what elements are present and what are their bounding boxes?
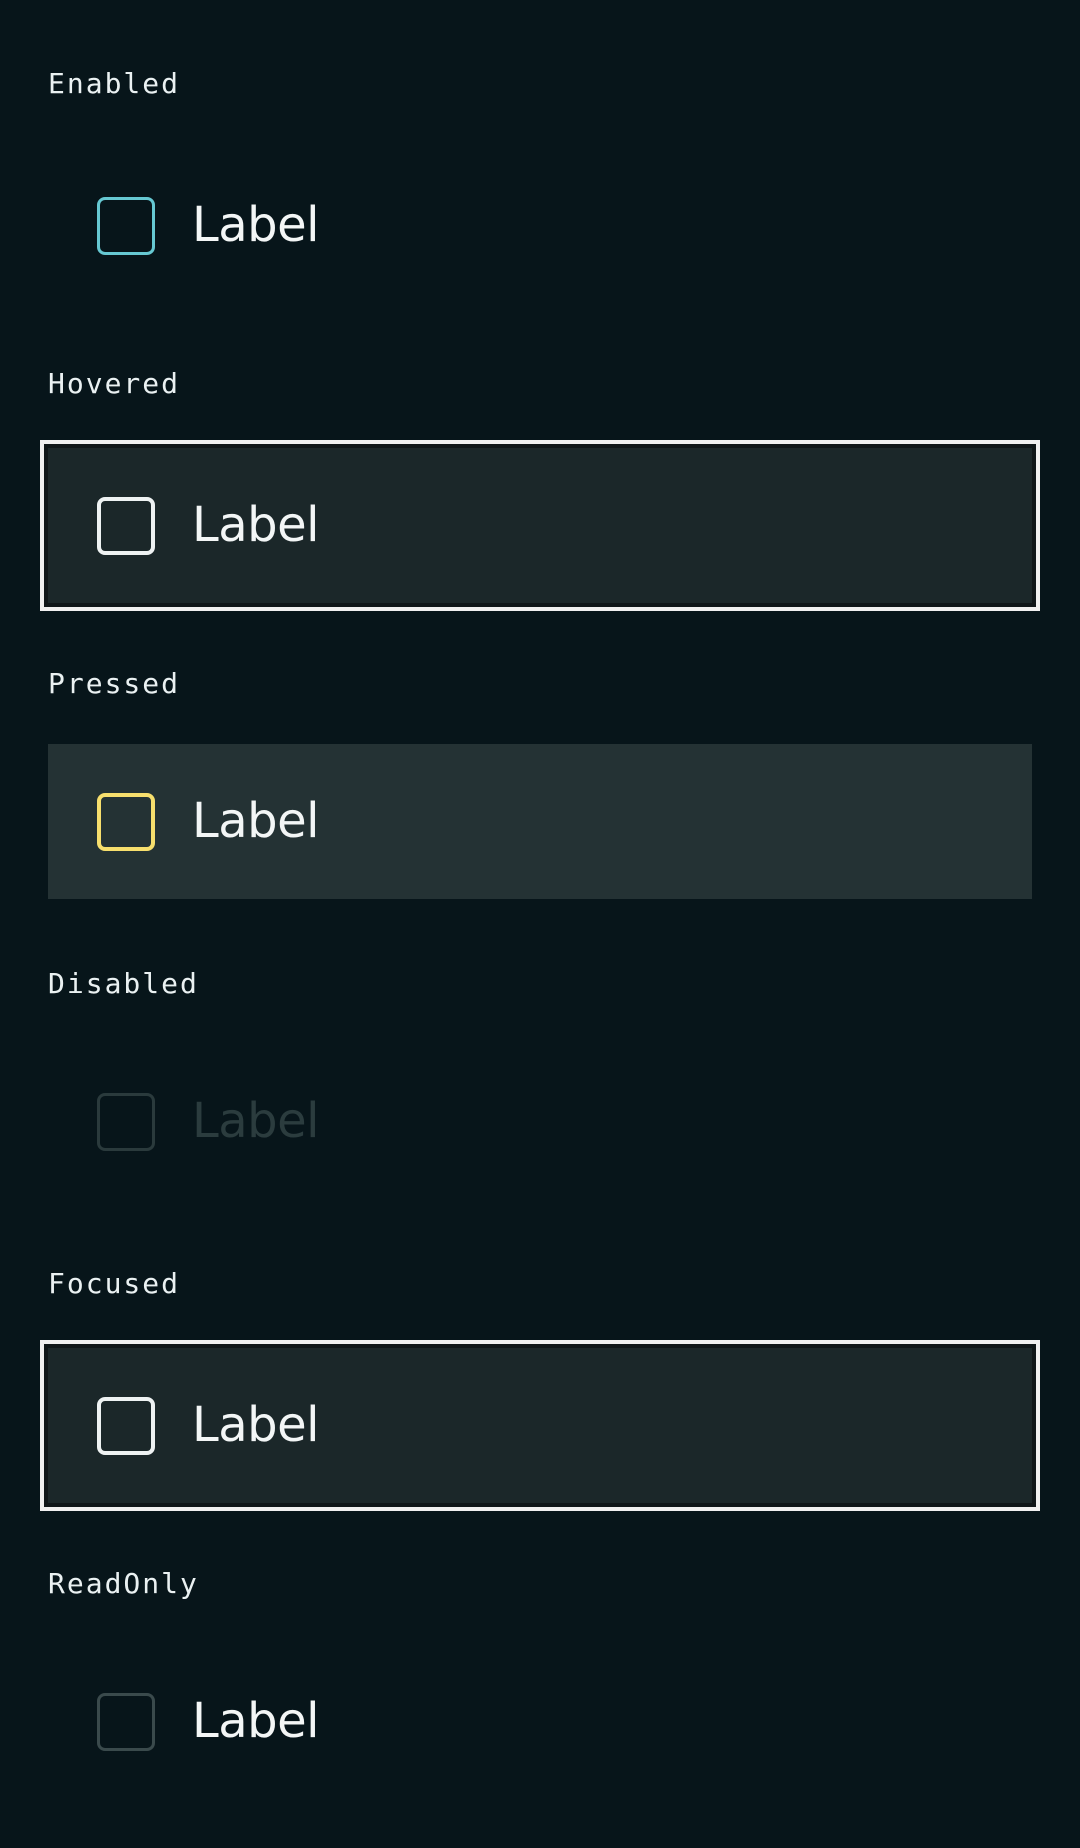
checkbox-label-disabled: Label — [192, 1093, 320, 1149]
checkbox-disabled — [97, 1093, 155, 1151]
section-title-focused: Focused — [48, 1267, 181, 1300]
checkbox-label-enabled: Label — [192, 197, 320, 253]
checkbox-row-enabled[interactable]: Label — [48, 148, 1032, 303]
section-title-readonly: ReadOnly — [48, 1567, 199, 1600]
section-title-disabled: Disabled — [48, 967, 199, 1000]
checkbox-readonly — [97, 1693, 155, 1751]
checkbox-label-focused: Label — [192, 1397, 320, 1453]
checkbox-enabled[interactable] — [97, 197, 155, 255]
checkbox-row-disabled: Label — [48, 1044, 1032, 1199]
checkbox-row-hovered[interactable]: Label — [44, 444, 1036, 607]
checkbox-pressed[interactable] — [97, 793, 155, 851]
section-title-hovered: Hovered — [48, 367, 181, 400]
checkbox-label-readonly: Label — [192, 1693, 320, 1749]
checkbox-row-pressed[interactable]: Label — [48, 744, 1032, 899]
section-title-enabled: Enabled — [48, 67, 181, 100]
checkbox-label-hovered: Label — [192, 497, 320, 553]
checkbox-hovered[interactable] — [97, 497, 155, 555]
checkbox-focused[interactable] — [97, 1397, 155, 1455]
checkbox-row-readonly: Label — [48, 1644, 1032, 1799]
checkbox-row-focused[interactable]: Label — [44, 1344, 1036, 1507]
checkbox-label-pressed: Label — [192, 793, 320, 849]
section-title-pressed: Pressed — [48, 667, 181, 700]
